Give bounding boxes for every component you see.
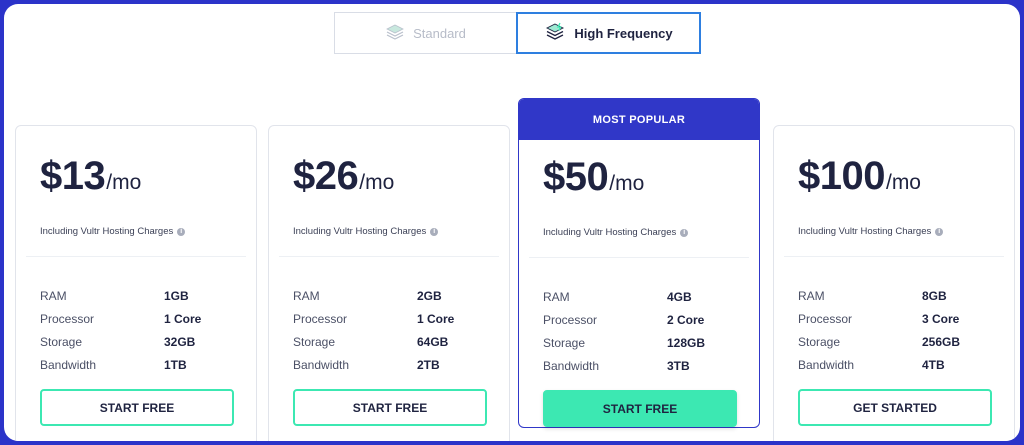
- spec-row-processor: Processor 1 Core: [40, 307, 240, 330]
- price-amount: $100: [798, 154, 885, 198]
- plan-price: $50 /mo: [543, 155, 644, 200]
- price-period: /mo: [609, 172, 645, 195]
- plan-price: $26 /mo: [293, 154, 394, 199]
- spec-value: 2GB: [417, 288, 442, 303]
- spec-label: Processor: [543, 312, 598, 327]
- price-note: Including Vultr Hosting Charges i: [798, 226, 944, 237]
- spec-row-storage: Storage 64GB: [293, 330, 493, 353]
- price-period: /mo: [885, 171, 921, 194]
- price-amount: $13: [40, 154, 106, 198]
- spec-value: 1TB: [164, 357, 187, 372]
- spec-value: 64GB: [417, 334, 449, 349]
- divider: [279, 256, 499, 257]
- spec-value: 4TB: [922, 357, 945, 372]
- spec-value: 1 Core: [417, 311, 455, 326]
- spec-value: 2 Core: [667, 312, 705, 327]
- price-note-text: Including Vultr Hosting Charges: [40, 226, 174, 237]
- spec-label: Bandwidth: [293, 357, 350, 372]
- price-amount: $26: [293, 154, 359, 198]
- spec-row-storage: Storage 32GB: [40, 330, 240, 353]
- price-note-text: Including Vultr Hosting Charges: [543, 227, 677, 238]
- info-icon[interactable]: i: [680, 228, 689, 237]
- spec-row-processor: Processor 3 Core: [798, 307, 998, 330]
- spec-row-ram: RAM 4GB: [543, 285, 743, 308]
- spec-value: 3 Core: [922, 311, 960, 326]
- spec-label: Bandwidth: [543, 358, 600, 373]
- spec-list: RAM 8GB Processor 3 Core Storage 256GB Band…: [798, 284, 998, 376]
- spec-row-ram: RAM 1GB: [40, 284, 240, 307]
- divider: [26, 256, 246, 257]
- spec-list: RAM 1GB Processor 1 Core Storage 32GB Bandw…: [40, 284, 240, 376]
- tab-standard-label: Standard: [413, 25, 466, 41]
- spec-label: RAM: [40, 288, 67, 303]
- plan-type-toggle: Standard High Frequency: [334, 12, 701, 54]
- spec-label: RAM: [543, 289, 570, 304]
- spec-label: Processor: [293, 311, 348, 326]
- plan-price: $100 /mo: [798, 154, 921, 199]
- price-note: Including Vultr Hosting Charges i: [293, 226, 439, 237]
- tab-standard[interactable]: Standard: [334, 12, 516, 54]
- server-stack-icon: [385, 23, 405, 43]
- price-note: Including Vultr Hosting Charges i: [543, 227, 689, 238]
- spec-value: 256GB: [922, 334, 961, 349]
- tab-high-frequency-label: High Frequency: [574, 25, 673, 41]
- info-icon[interactable]: i: [430, 227, 439, 236]
- spec-label: RAM: [798, 288, 825, 303]
- spec-label: Processor: [40, 311, 95, 326]
- spec-value: 1GB: [164, 288, 189, 303]
- get-started-button[interactable]: GET STARTED: [798, 389, 992, 426]
- info-icon[interactable]: i: [177, 227, 186, 236]
- spec-value: 128GB: [667, 335, 706, 350]
- server-stack-bolt-icon: [544, 22, 566, 44]
- spec-label: Storage: [40, 334, 83, 349]
- spec-label: Bandwidth: [40, 357, 97, 372]
- info-icon[interactable]: i: [935, 227, 944, 236]
- spec-label: Storage: [543, 335, 586, 350]
- price-note-text: Including Vultr Hosting Charges: [798, 226, 932, 237]
- spec-value: 1 Core: [164, 311, 202, 326]
- spec-list: RAM 4GB Processor 2 Core Storage 128GB Band…: [543, 285, 743, 377]
- plan-card-50: MOST POPULAR $50 /mo Including Vultr Hos…: [518, 98, 760, 428]
- price-note-text: Including Vultr Hosting Charges: [293, 226, 427, 237]
- spec-label: Processor: [798, 311, 853, 326]
- price-note: Including Vultr Hosting Charges i: [40, 226, 186, 237]
- spec-value: 3TB: [667, 358, 690, 373]
- start-free-button[interactable]: START FREE: [543, 390, 737, 427]
- spec-row-bandwidth: Bandwidth 3TB: [543, 354, 743, 377]
- start-free-button[interactable]: START FREE: [293, 389, 487, 426]
- divider: [529, 257, 749, 258]
- plan-price: $13 /mo: [40, 154, 141, 199]
- spec-label: Storage: [293, 334, 336, 349]
- most-popular-banner: MOST POPULAR: [519, 99, 759, 140]
- spec-row-bandwidth: Bandwidth 2TB: [293, 353, 493, 376]
- spec-row-storage: Storage 256GB: [798, 330, 998, 353]
- divider: [784, 256, 1004, 257]
- plan-card-26: $26 /mo Including Vultr Hosting Charges …: [268, 125, 510, 441]
- spec-row-processor: Processor 2 Core: [543, 308, 743, 331]
- spec-row-bandwidth: Bandwidth 4TB: [798, 353, 998, 376]
- tab-high-frequency[interactable]: High Frequency: [516, 12, 701, 54]
- spec-label: Bandwidth: [798, 357, 855, 372]
- spec-value: 8GB: [922, 288, 947, 303]
- spec-list: RAM 2GB Processor 1 Core Storage 64GB Bandw…: [293, 284, 493, 376]
- spec-value: 32GB: [164, 334, 196, 349]
- spec-row-bandwidth: Bandwidth 1TB: [40, 353, 240, 376]
- spec-value: 4GB: [667, 289, 692, 304]
- price-period: /mo: [359, 171, 395, 194]
- spec-row-processor: Processor 1 Core: [293, 307, 493, 330]
- spec-row-storage: Storage 128GB: [543, 331, 743, 354]
- pricing-panel: Standard High Frequency $13 /mo Includin…: [4, 4, 1020, 441]
- start-free-button[interactable]: START FREE: [40, 389, 234, 426]
- plan-card-13: $13 /mo Including Vultr Hosting Charges …: [15, 125, 257, 441]
- spec-value: 2TB: [417, 357, 440, 372]
- spec-row-ram: RAM 8GB: [798, 284, 998, 307]
- price-period: /mo: [106, 171, 142, 194]
- plan-card-100: $100 /mo Including Vultr Hosting Charges…: [773, 125, 1015, 441]
- spec-label: Storage: [798, 334, 841, 349]
- spec-label: RAM: [293, 288, 320, 303]
- price-amount: $50: [543, 155, 609, 199]
- spec-row-ram: RAM 2GB: [293, 284, 493, 307]
